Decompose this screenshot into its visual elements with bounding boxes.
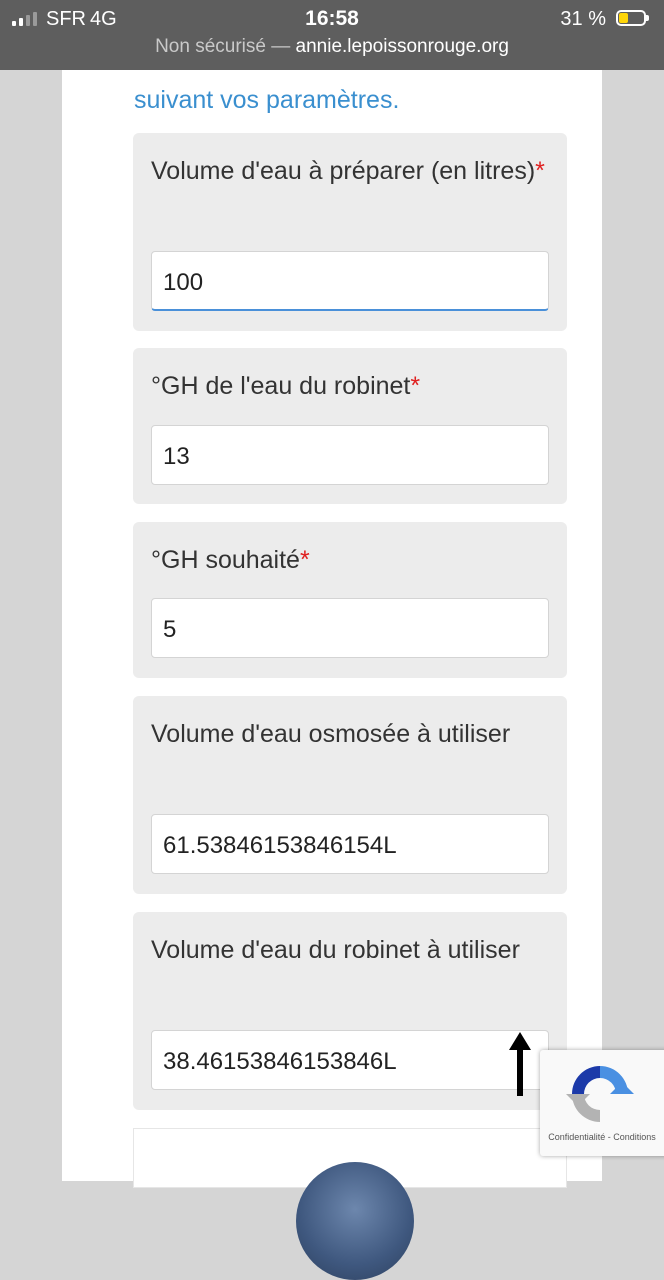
form-group-water-volume: Volume d'eau à préparer (en litres)* 100	[133, 133, 567, 331]
field-label: Volume d'eau du robinet à utiliser	[151, 930, 551, 970]
osmosis-volume-output[interactable]: 61.53846153846154L	[151, 814, 549, 874]
field-label: Volume d'eau osmosée à utiliser	[151, 714, 551, 754]
field-label-text: °GH de l'eau du robinet	[151, 372, 411, 400]
tap-volume-output[interactable]: 38.46153846153846L	[151, 1030, 549, 1090]
field-label-text: °GH souhaité	[151, 546, 300, 574]
security-label: Non sécurisé —	[155, 36, 291, 57]
tap-gh-input[interactable]: 13	[151, 425, 549, 485]
required-marker: *	[410, 372, 421, 400]
form-group-osmosis-volume: Volume d'eau osmosée à utiliser 61.53846…	[133, 696, 567, 894]
required-marker: *	[299, 546, 310, 574]
url-bar[interactable]: Non sécurisé — annie.lepoissonrouge.org	[0, 36, 664, 58]
field-label: °GH de l'eau du robinet*	[151, 366, 551, 406]
status-bar: SFR 4G 16:58 31 % Non sécurisé — annie.l…	[0, 0, 664, 70]
battery-percent: 31 %	[560, 8, 606, 30]
target-gh-input[interactable]: 5	[151, 598, 549, 658]
recaptcha-links[interactable]: Confidentialité - Conditions	[540, 1132, 664, 1142]
field-label-text: Volume d'eau osmosée à utiliser	[151, 720, 511, 748]
field-label: °GH souhaité*	[151, 540, 551, 580]
recaptcha-badge[interactable]: Confidentialité - Conditions	[540, 1050, 664, 1156]
field-label-text: Volume d'eau du robinet à utiliser	[151, 936, 520, 964]
form-group-tap-gh: °GH de l'eau du robinet* 13	[133, 348, 567, 504]
form-group-tap-volume: Volume d'eau du robinet à utiliser 38.46…	[133, 912, 567, 1110]
intro-text: suivant vos paramètres.	[134, 86, 400, 114]
water-volume-input[interactable]: 100	[151, 251, 549, 311]
field-label-text: Volume d'eau à préparer (en litres)	[151, 157, 536, 185]
avatar	[296, 1162, 414, 1280]
battery-icon	[616, 10, 649, 26]
recaptcha-icon	[566, 1066, 634, 1122]
form-group-target-gh: °GH souhaité* 5	[133, 522, 567, 678]
required-marker: *	[535, 157, 545, 185]
field-label: Volume d'eau à préparer (en litres)*	[151, 151, 551, 191]
url-domain: annie.lepoissonrouge.org	[295, 36, 509, 57]
status-row: SFR 4G 16:58 31 %	[0, 6, 664, 32]
scroll-to-top-arrow-icon[interactable]	[508, 1032, 532, 1096]
